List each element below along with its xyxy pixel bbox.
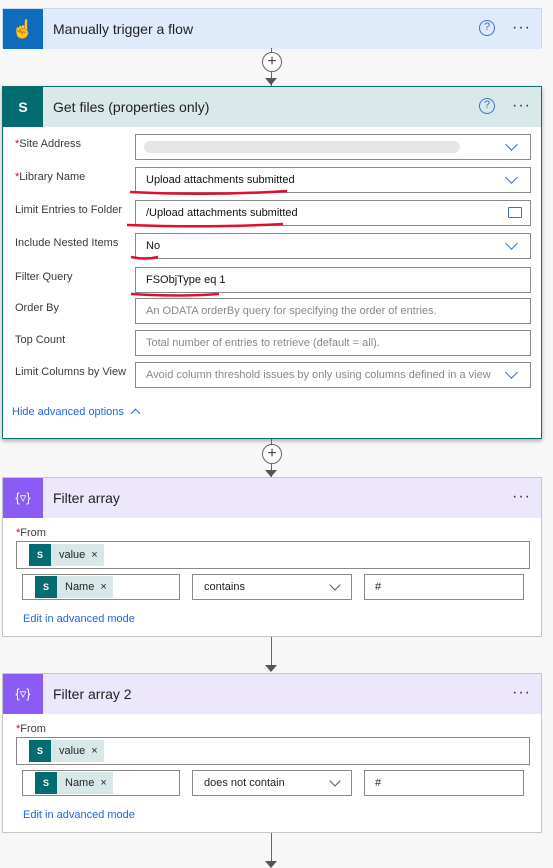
site-address-dropdown[interactable] (135, 134, 531, 160)
nested-items-dropdown[interactable]: No (135, 233, 531, 259)
remove-token-icon[interactable]: × (100, 581, 112, 593)
field-label: Top Count (15, 334, 66, 346)
connector-line (271, 637, 272, 666)
remove-token-icon[interactable]: × (91, 745, 103, 757)
condition-left-input[interactable]: S Name × (22, 770, 180, 796)
from-input[interactable]: Svalue × (16, 541, 530, 569)
placeholder: Avoid column threshold issues by only us… (146, 369, 491, 381)
condition-right-input[interactable]: # (364, 770, 524, 796)
more-options-icon[interactable]: ··· (512, 19, 531, 37)
filter-icon: {▿} (3, 478, 43, 518)
field-library-name: *Library Name Upload attachments submitt… (15, 167, 531, 193)
name-token[interactable]: S Name × (35, 576, 113, 598)
edit-advanced-mode-link[interactable]: Edit in advanced mode (23, 809, 135, 821)
action-title: Filter array 2 (53, 686, 132, 702)
value-token[interactable]: Svalue × (29, 740, 104, 762)
operator-dropdown[interactable]: contains (192, 574, 352, 600)
field-limit-columns: Limit Columns by View Avoid column thres… (15, 362, 531, 388)
arrow-icon (265, 78, 277, 85)
action-title: Get files (properties only) (53, 99, 210, 115)
trigger-card[interactable]: ☝ Manually trigger a flow ? ··· (2, 8, 542, 49)
field-label: Library Name (19, 171, 86, 183)
operator-dropdown[interactable]: does not contain (192, 770, 352, 796)
chevron-down-icon (329, 775, 341, 787)
field-order-by: Order By An ODATA orderBy query for spec… (15, 298, 531, 324)
hide-advanced-options-link[interactable]: Hide advanced options (12, 406, 141, 419)
name-token[interactable]: S Name × (35, 772, 113, 794)
chevron-down-icon (505, 138, 518, 151)
action-title: Filter array (53, 490, 120, 506)
folder-input[interactable]: /Upload attachments submitted (135, 200, 531, 226)
filter-array-card: {▿} Filter array 2 ··· *From Svalue × S Na… (2, 673, 542, 833)
library-name-dropdown[interactable]: Upload attachments submitted (135, 167, 531, 193)
sharepoint-icon: S (29, 544, 51, 566)
sharepoint-icon: S (3, 87, 43, 127)
trigger-title: Manually trigger a flow (53, 21, 194, 37)
field-site-address: *Site Address (15, 134, 531, 160)
link-text: Hide advanced options (12, 406, 124, 418)
filter-array-card: {▿} Filter array ··· *From Svalue × S Name… (2, 477, 542, 637)
arrow-icon (265, 861, 277, 868)
field-value: FSObjType eq 1 (146, 274, 226, 286)
field-label: Order By (15, 302, 60, 314)
help-icon[interactable]: ? (479, 20, 495, 36)
order-by-input[interactable]: An ODATA orderBy query for specifying th… (135, 298, 531, 324)
field-value: No (146, 240, 161, 252)
field-include-nested: Include Nested Items No (15, 233, 531, 259)
arrow-icon (265, 665, 277, 672)
filter-query-input[interactable]: FSObjType eq 1 (135, 267, 531, 293)
folder-icon[interactable] (508, 207, 522, 218)
condition-right-input[interactable]: # (364, 574, 524, 600)
field-label: Include Nested Items (15, 237, 119, 249)
from-label: *From (16, 723, 46, 735)
field-label: Filter Query (15, 271, 73, 283)
help-icon[interactable]: ? (479, 98, 495, 114)
redacted-blur (144, 141, 460, 153)
field-top-count: Top Count Total number of entries to ret… (15, 330, 531, 356)
condition-left-input[interactable]: S Name × (22, 574, 180, 600)
from-input[interactable]: Svalue × (16, 737, 530, 765)
remove-token-icon[interactable]: × (100, 777, 112, 789)
remove-token-icon[interactable]: × (91, 549, 103, 561)
chevron-down-icon (505, 171, 518, 184)
edit-advanced-mode-link[interactable]: Edit in advanced mode (23, 613, 135, 625)
more-options-icon[interactable]: ··· (512, 684, 531, 702)
chevron-down-icon (505, 237, 518, 250)
sharepoint-icon: S (35, 576, 57, 598)
chevron-up-icon (130, 408, 141, 419)
filter-icon: {▿} (3, 674, 43, 714)
chevron-down-icon (329, 579, 341, 591)
sharepoint-icon: S (35, 772, 57, 794)
field-label: Site Address (19, 138, 82, 150)
hand-touch-icon: ☝ (3, 9, 43, 49)
from-label: *From (16, 527, 46, 539)
connector-line (271, 833, 272, 863)
more-options-icon[interactable]: ··· (512, 97, 531, 115)
get-files-card: S Get files (properties only) ? ··· *Sit… (2, 86, 542, 439)
field-value: Upload attachments submitted (146, 174, 295, 186)
arrow-icon (265, 470, 277, 477)
top-count-input[interactable]: Total number of entries to retrieve (def… (135, 330, 531, 356)
sharepoint-icon: S (29, 740, 51, 762)
chevron-down-icon (505, 366, 518, 379)
insert-step-button[interactable]: + (262, 444, 282, 464)
field-value: /Upload attachments submitted (146, 207, 298, 219)
insert-step-button[interactable]: + (262, 52, 282, 72)
value-token[interactable]: Svalue × (29, 544, 104, 566)
field-label: Limit Entries to Folder (15, 204, 122, 216)
more-options-icon[interactable]: ··· (512, 488, 531, 506)
field-limit-folder: Limit Entries to Folder /Upload attachme… (15, 200, 531, 226)
view-dropdown[interactable]: Avoid column threshold issues by only us… (135, 362, 531, 388)
field-label: Limit Columns by View (15, 366, 127, 378)
field-filter-query: Filter Query FSObjType eq 1 (15, 267, 531, 293)
